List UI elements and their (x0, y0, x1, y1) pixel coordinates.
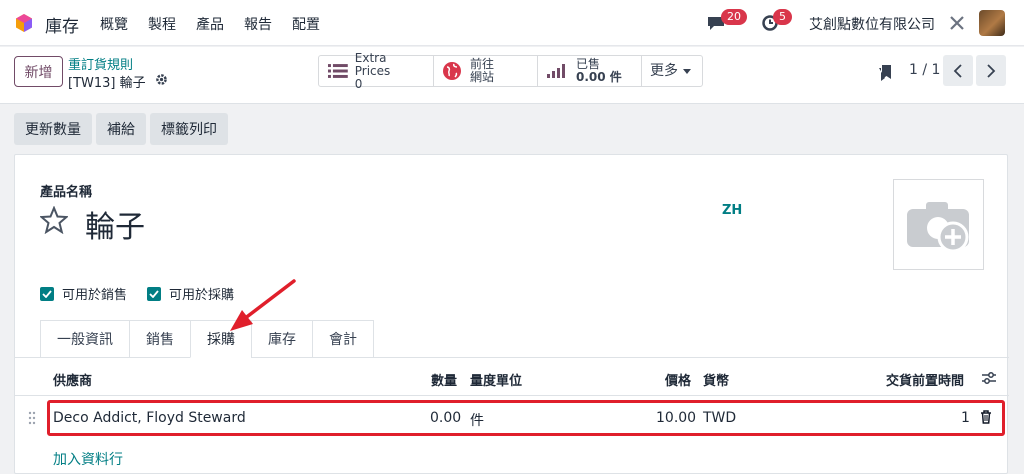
caret-down-icon (683, 69, 691, 74)
breadcrumb-current: [TW13] 輪子 (68, 76, 146, 91)
drag-handle-icon[interactable] (28, 411, 36, 425)
highlight-box (47, 400, 1005, 436)
messages-badge: 20 (721, 9, 747, 25)
menu-operations[interactable]: 製程 (148, 14, 176, 34)
update-quantity-button[interactable]: 更新數量 (14, 113, 92, 145)
app-logo-icon[interactable] (14, 13, 34, 33)
can-purchase-checkbox[interactable]: 可用於採購 (147, 284, 234, 303)
tab-general[interactable]: 一般資訊 (40, 320, 129, 358)
app-name[interactable]: 庫存 (45, 12, 79, 37)
product-name-label: 產品名稱 (40, 185, 93, 200)
product-image-upload[interactable] (893, 179, 984, 270)
col-lead-time[interactable]: 交貨前置時間 (886, 370, 964, 389)
go-to-website-button[interactable]: 前往 網站 (434, 56, 538, 86)
column-settings-icon[interactable] (981, 371, 997, 385)
extra-prices-count: 0 (354, 76, 363, 91)
menu-reports[interactable]: 報告 (244, 14, 272, 34)
breadcrumb-parent[interactable]: 重訂貨規則 (68, 54, 133, 73)
bar-chart-icon (547, 64, 565, 78)
checkbox-checked-icon (40, 286, 54, 301)
control-panel: 新增 重訂貨規則 [TW13] 輪子 Extra Prices 0 前往 網站 已售… (0, 47, 1024, 104)
tab-accounting[interactable]: 會計 (312, 320, 374, 358)
new-button[interactable]: 新增 (14, 56, 63, 87)
camera-add-icon (906, 201, 969, 252)
col-uom[interactable]: 量度單位 (470, 370, 522, 389)
top-navbar: 庫存 概覽 製程 產品 報告 配置 20 5 艾創點數位有限公司 (0, 0, 1024, 46)
activities-badge: 5 (773, 9, 792, 25)
chevron-left-icon (953, 63, 962, 78)
product-name-field[interactable]: 輪子 (85, 202, 145, 246)
add-line-link[interactable]: 加入資料行 (53, 449, 123, 469)
more-button[interactable]: 更多 (642, 56, 702, 86)
can-sell-label: 可用於銷售 (62, 288, 128, 303)
tab-sales[interactable]: 銷售 (129, 320, 190, 358)
language-button[interactable]: ZH (722, 203, 742, 218)
form-sheet: 產品名稱 輪子 ZH 可用於銷售 可用於採購 一般資訊 銷售 採購 庫存 會計 … (14, 154, 1009, 474)
previous-button[interactable] (943, 55, 973, 86)
pager-value[interactable]: 1 / 1 (909, 62, 940, 78)
print-labels-button[interactable]: 標籤列印 (150, 113, 228, 145)
menu-overview[interactable]: 概覽 (100, 14, 128, 34)
sold-button[interactable]: 已售 0.00 件 (538, 56, 642, 86)
col-currency[interactable]: 貨幣 (703, 370, 729, 389)
notebook-tabs: 一般資訊 銷售 採購 庫存 會計 (40, 320, 374, 358)
tools-icon[interactable] (949, 15, 965, 31)
bookmark-icon[interactable] (878, 64, 892, 82)
col-price[interactable]: 價格 (665, 370, 691, 389)
company-name[interactable]: 艾創點數位有限公司 (809, 14, 935, 34)
next-button[interactable] (976, 55, 1006, 86)
star-icon[interactable] (40, 206, 68, 234)
tab-inventory[interactable]: 庫存 (251, 320, 312, 358)
col-quantity[interactable]: 數量 (431, 370, 457, 389)
extra-prices-button[interactable]: Extra Prices 0 (319, 51, 434, 90)
col-vendor[interactable]: 供應商 (53, 370, 92, 389)
globe-icon (443, 62, 461, 80)
chevron-right-icon (987, 63, 996, 78)
header-divider (15, 395, 1009, 396)
website-label: 網站 (470, 70, 495, 84)
menu-products[interactable]: 產品 (196, 14, 224, 34)
can-sell-checkbox[interactable]: 可用於銷售 (40, 284, 127, 303)
menu-configuration[interactable]: 配置 (292, 14, 320, 34)
tab-purchase[interactable]: 採購 (190, 320, 251, 358)
smart-buttons: Extra Prices 0 前往 網站 已售 0.00 件 更多 (318, 51, 703, 90)
user-avatar[interactable] (979, 10, 1005, 36)
more-label: 更多 (650, 62, 678, 79)
extra-prices-label: Extra Prices (354, 50, 391, 78)
list-icon (327, 64, 348, 78)
action-bar: 更新數量 補給 標籤列印 (14, 113, 228, 145)
replenish-button[interactable]: 補給 (96, 113, 146, 145)
main-menu: 概覽 製程 產品 報告 配置 (100, 14, 320, 34)
sold-quantity: 0.00 件 (576, 70, 622, 84)
gear-icon[interactable] (155, 73, 168, 86)
can-purchase-label: 可用於採購 (169, 288, 235, 303)
checkbox-checked-icon (147, 286, 161, 301)
